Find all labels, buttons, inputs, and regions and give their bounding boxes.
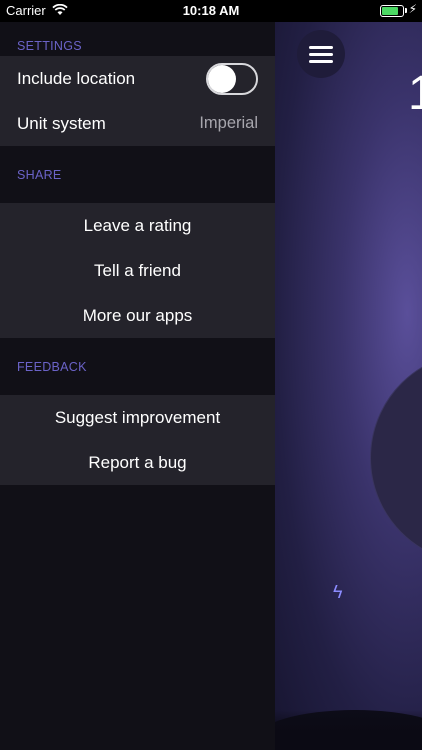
share-group: Leave a rating Tell a friend More our ap… [0,203,275,338]
section-header-settings: SETTINGS [17,39,82,53]
include-location-row: Include location [0,56,275,101]
unit-system-row[interactable]: Unit system Imperial [0,101,275,146]
feedback-group: Suggest improvement Report a bug [0,395,275,485]
unit-system-value: Imperial [199,114,258,132]
sidebar-menu: SETTINGS Include location Unit system Im… [0,22,275,750]
settings-group: Include location Unit system Imperial [0,56,275,146]
toggle-knob [208,64,236,93]
more-apps-item[interactable]: More our apps [0,293,275,338]
main-view-background: 1 ϟ [275,22,422,750]
tell-friend-item[interactable]: Tell a friend [0,248,275,293]
status-bar: Carrier 10:18 AM ⚡ [0,0,422,22]
include-location-toggle[interactable] [206,62,258,95]
hamburger-icon [309,42,333,67]
leave-rating-item[interactable]: Leave a rating [0,203,275,248]
lightning-icon: ϟ [333,582,343,602]
suggest-improvement-item[interactable]: Suggest improvement [0,395,275,440]
battery-icon [380,5,404,17]
battery-tip [405,8,407,13]
section-header-feedback: FEEDBACK [17,360,87,374]
weather-circle [370,352,422,564]
status-time: 10:18 AM [182,3,240,18]
charging-icon: ⚡ [408,2,417,16]
menu-button[interactable] [297,30,345,78]
unit-system-label: Unit system [17,113,106,133]
report-bug-item[interactable]: Report a bug [0,440,275,485]
include-location-label: Include location [17,68,136,88]
partial-temperature-text: 1 [408,67,422,120]
ground-shadow [275,710,422,750]
section-header-share: SHARE [17,168,62,182]
